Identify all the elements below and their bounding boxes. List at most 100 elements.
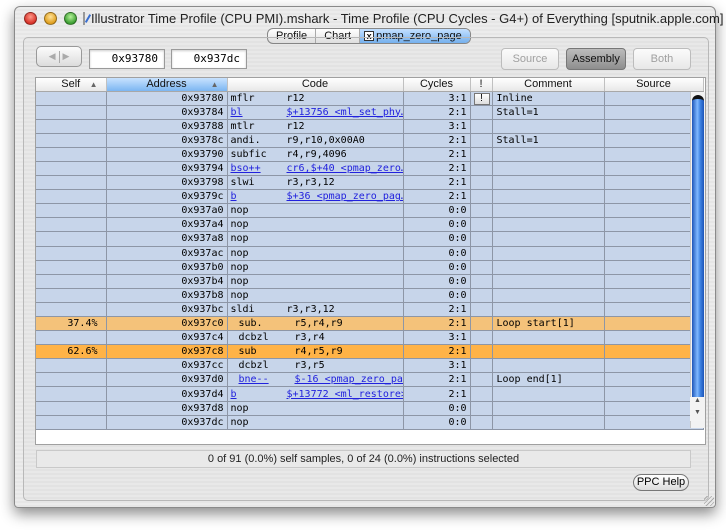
- code-cell: nop: [227, 260, 404, 275]
- table-row[interactable]: 0x937a8 nop 0:0: [36, 231, 704, 247]
- branch-link[interactable]: bne-- $-16 <pmap_zero_pa…: [231, 374, 403, 386]
- table-row[interactable]: 0x937cc dcbzl r3,r5 3:1: [36, 358, 704, 374]
- code-cell[interactable]: bne-- $-16 <pmap_zero_pa…: [227, 372, 404, 388]
- back-arrow-icon[interactable]: ◀: [49, 51, 56, 62]
- title-bar[interactable]: Illustrator Time Profile (CPU PMI).mshar…: [15, 7, 723, 29]
- code-cell: nop: [227, 288, 404, 303]
- cycles-cell: 2:1: [403, 133, 471, 148]
- self-percent-cell: [36, 274, 107, 289]
- source-cell: [604, 401, 704, 416]
- back-forward-buttons[interactable]: ◀ ▶: [36, 46, 82, 67]
- source-cell: [604, 91, 704, 106]
- comment-cell: [492, 175, 605, 191]
- table-row[interactable]: 0x937b0 nop 0:0: [36, 260, 704, 275]
- table-row[interactable]: 0x937a4 nop 0:0: [36, 217, 704, 233]
- table-body: 0x93780 mflr r12 3:1! Inline 0x93784 bl $+13756…: [36, 91, 704, 430]
- operands: r3,r3,12: [286, 303, 335, 315]
- table-row[interactable]: 0x937d0 bne-- $-16 <pmap_zero_pa… 2:1 Loop e…: [36, 372, 704, 388]
- code-cell[interactable]: b $+13772 <ml_restore>: [227, 386, 404, 402]
- bang-cell: [470, 189, 493, 205]
- table-row[interactable]: 62.6% 0x937c8 sub r4,r5,r9 2:1: [36, 344, 704, 360]
- instruction: sldi r3,r3,12: [231, 304, 335, 315]
- scroll-down-arrow-icon[interactable]: ▼: [690, 409, 705, 421]
- column-header-source[interactable]: Source: [604, 78, 704, 92]
- zoom-window-button[interactable]: [64, 11, 77, 25]
- forward-arrow-icon[interactable]: ▶: [63, 51, 70, 62]
- address-cell: 0x937a8: [106, 231, 228, 247]
- code-cell[interactable]: b $+36 <pmap_zero_pag…: [227, 189, 404, 205]
- code-cell[interactable]: bso++ cr6,$+40 <pmap_zero…: [227, 161, 404, 177]
- table-row[interactable]: 0x937c4 dcbzl r3,r4 3:1: [36, 330, 704, 346]
- minimize-window-button[interactable]: [44, 11, 57, 25]
- scroll-up-arrow-icon[interactable]: ▲: [690, 397, 705, 409]
- instruction: nop: [231, 262, 287, 273]
- address-cell: 0x937c0: [106, 316, 228, 332]
- column-header-cycles[interactable]: Cycles: [403, 78, 471, 92]
- table-row[interactable]: 0x937b8 nop 0:0: [36, 288, 704, 303]
- instruction: slwi r3,r3,12: [231, 177, 335, 188]
- operands: r4,r5,r9: [294, 346, 343, 358]
- instruction: mflr r12: [231, 93, 305, 104]
- cycles-cell: 0:0: [403, 260, 471, 275]
- bang-cell: [470, 330, 493, 346]
- column-header-bang[interactable]: !: [470, 78, 493, 92]
- code-cell[interactable]: bl $+13756 <ml_set_phy…: [227, 105, 404, 120]
- column-header-self[interactable]: Self ▲: [36, 78, 107, 92]
- scroll-thumb[interactable]: [692, 95, 704, 403]
- opcode: subfic: [230, 148, 267, 160]
- table-row[interactable]: 0x93790 subfic r4,r9,4096 2:1: [36, 147, 704, 162]
- both-view-button[interactable]: Both: [633, 48, 691, 70]
- source-cell: [604, 358, 704, 374]
- table-row[interactable]: 0x93780 mflr r12 3:1! Inline: [36, 91, 704, 106]
- self-percent-cell: [36, 231, 107, 247]
- table-row[interactable]: 0x937b4 nop 0:0: [36, 274, 704, 289]
- table-row[interactable]: 0x9378c andi. r9,r10,0x00A0 2:1 Stall=1: [36, 133, 704, 148]
- column-header-address[interactable]: Address ▲: [106, 78, 228, 92]
- table-row[interactable]: 0x93798 slwi r3,r3,12 2:1: [36, 175, 704, 191]
- table-row[interactable]: 0x93784 bl $+13756 <ml_set_phy… 2:1 Stall=1: [36, 105, 704, 120]
- instruction: dcbzl r3,r4: [231, 332, 325, 343]
- ppc-help-button[interactable]: PPC Help: [633, 474, 689, 491]
- table-row[interactable]: 0x93794 bso++ cr6,$+40 <pmap_zero… 2:1: [36, 161, 704, 177]
- table-row[interactable]: 0x937d4 b $+13772 <ml_restore> 2:1: [36, 386, 704, 402]
- table-row[interactable]: 0x937bc sldi r3,r3,12 2:1: [36, 302, 704, 318]
- address-to-field[interactable]: 0x937dc: [171, 49, 247, 69]
- column-header-comment[interactable]: Comment: [492, 78, 605, 92]
- instruction: nop: [231, 233, 287, 244]
- opcode: andi.: [230, 134, 261, 146]
- operands: r5,r4,r9: [294, 318, 343, 330]
- table-row[interactable]: 0x937ac nop 0:0: [36, 246, 704, 261]
- address-cell: 0x937d0: [106, 372, 228, 388]
- vertical-scrollbar[interactable]: [690, 92, 705, 428]
- resize-grip-icon[interactable]: [704, 496, 714, 506]
- code-cell: nop: [227, 274, 404, 289]
- warning-button[interactable]: !: [473, 92, 490, 105]
- branch-link[interactable]: bl $+13756 <ml_set_phy…: [231, 107, 403, 118]
- opcode: nop: [230, 416, 249, 428]
- address-from-field[interactable]: 0x93780: [89, 49, 165, 69]
- close-window-button[interactable]: [24, 11, 37, 25]
- operands: $-16 <pmap_zero_pa…: [294, 374, 403, 386]
- comment-cell: [492, 231, 605, 247]
- table-row[interactable]: 0x937dc nop 0:0: [36, 415, 704, 430]
- operands: cr6,$+40 <pmap_zero…: [286, 163, 403, 175]
- opcode: dcbzl: [238, 360, 269, 372]
- table-row[interactable]: 0x93788 mtlr r12 3:1: [36, 119, 704, 134]
- column-header-code[interactable]: Code: [227, 78, 404, 92]
- source-cell: [604, 231, 704, 247]
- table-row[interactable]: 37.4% 0x937c0 sub. r5,r4,r9 2:1 Loop start[1]: [36, 316, 704, 332]
- source-view-button[interactable]: Source: [501, 48, 559, 70]
- assembly-view-button[interactable]: Assembly: [566, 48, 626, 70]
- cycles-cell: 0:0: [403, 288, 471, 303]
- comment-cell: [492, 246, 605, 261]
- source-cell: [604, 386, 704, 402]
- table-row[interactable]: 0x9379c b $+36 <pmap_zero_pag… 2:1: [36, 189, 704, 205]
- branch-link[interactable]: b $+36 <pmap_zero_pag…: [231, 191, 403, 202]
- branch-link[interactable]: b $+13772 <ml_restore>: [231, 389, 403, 400]
- table-row[interactable]: 0x937d8 nop 0:0: [36, 401, 704, 416]
- document-proxy-icon[interactable]: [83, 11, 85, 25]
- branch-link[interactable]: bso++ cr6,$+40 <pmap_zero…: [231, 163, 403, 175]
- table-row[interactable]: 0x937a0 nop 0:0: [36, 203, 704, 219]
- code-cell: sldi r3,r3,12: [227, 302, 404, 318]
- self-percent-cell: [36, 189, 107, 205]
